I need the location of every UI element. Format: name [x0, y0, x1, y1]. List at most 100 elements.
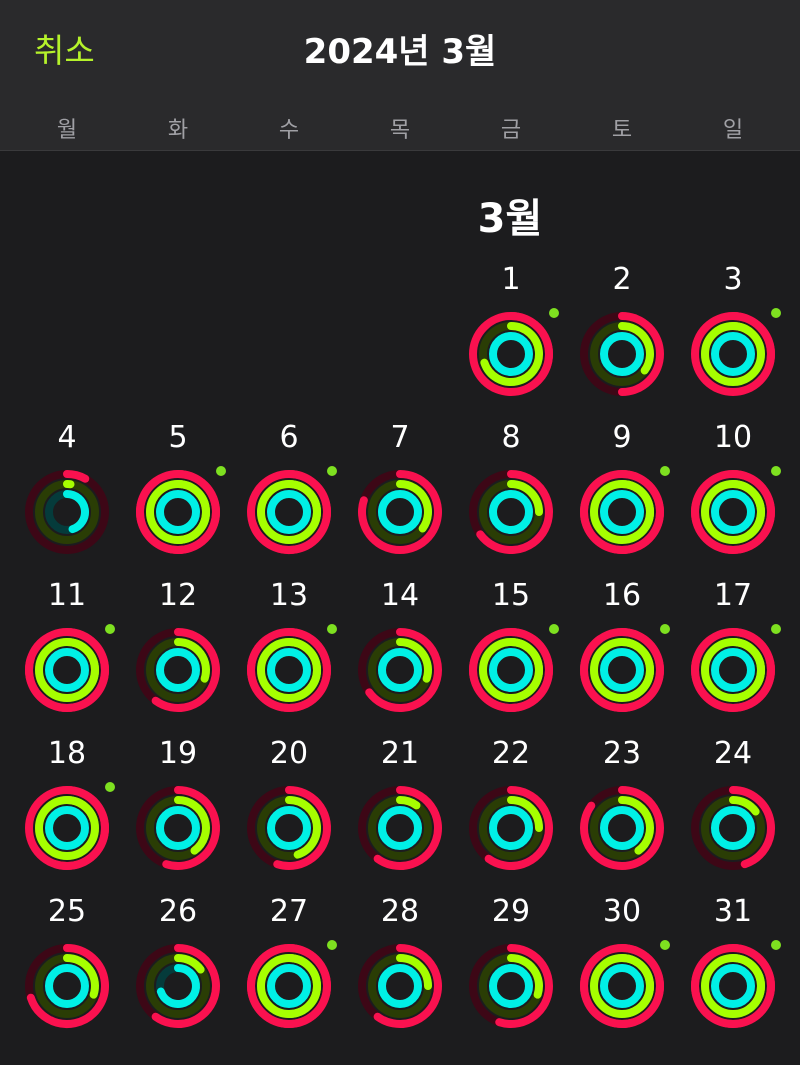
- day-number: 13: [269, 578, 309, 613]
- stand-ring-full: [378, 964, 422, 1008]
- day-number: 7: [390, 420, 410, 455]
- day-cell-10[interactable]: 10: [683, 420, 783, 570]
- weekday-wednesday: 수: [278, 118, 300, 143]
- day-cell-2[interactable]: 2: [572, 262, 672, 412]
- day-cell-4[interactable]: 4: [17, 420, 117, 570]
- day-cell-15[interactable]: 15: [461, 578, 561, 728]
- activity-rings-icon: [136, 628, 220, 712]
- day-number: 14: [380, 578, 420, 613]
- day-cell-8[interactable]: 8: [461, 420, 561, 570]
- day-cell-31[interactable]: 31: [683, 894, 783, 1044]
- stand-ring-full: [711, 332, 755, 376]
- navigation-header: 취소 2024년 3월 월 화 수 목 금 토 일: [0, 0, 800, 151]
- day-number: 30: [602, 894, 642, 929]
- day-number: 9: [612, 420, 632, 455]
- weekday-monday: 월: [56, 118, 78, 143]
- stand-ring-full: [378, 806, 422, 850]
- activity-rings-icon: [691, 470, 775, 554]
- day-cell-22[interactable]: 22: [461, 736, 561, 886]
- goal-achieved-dot-icon: [771, 940, 781, 950]
- activity-rings-icon: [136, 944, 220, 1028]
- goal-achieved-dot-icon: [660, 940, 670, 950]
- day-cell-12[interactable]: 12: [128, 578, 228, 728]
- day-number: 18: [47, 736, 87, 771]
- goal-achieved-dot-icon: [327, 940, 337, 950]
- day-number: 12: [158, 578, 198, 613]
- day-cell-28[interactable]: 28: [350, 894, 450, 1044]
- stand-ring-full: [156, 648, 200, 692]
- activity-rings-icon: [247, 628, 331, 712]
- day-number: 16: [602, 578, 642, 613]
- stand-ring-full: [267, 648, 311, 692]
- goal-achieved-dot-icon: [771, 466, 781, 476]
- goal-achieved-dot-icon: [771, 308, 781, 318]
- activity-rings-icon: [25, 470, 109, 554]
- day-cell-24[interactable]: 24: [683, 736, 783, 886]
- weekday-saturday: 토: [611, 118, 633, 143]
- day-cell-27[interactable]: 27: [239, 894, 339, 1044]
- day-cell-18[interactable]: 18: [17, 736, 117, 886]
- day-cell-16[interactable]: 16: [572, 578, 672, 728]
- day-cell-20[interactable]: 20: [239, 736, 339, 886]
- stand-ring-full: [600, 806, 644, 850]
- day-cell-7[interactable]: 7: [350, 420, 450, 570]
- day-number: 28: [380, 894, 420, 929]
- stand-ring-full: [267, 806, 311, 850]
- day-number: 23: [602, 736, 642, 771]
- goal-achieved-dot-icon: [771, 624, 781, 634]
- day-cell-6[interactable]: 6: [239, 420, 339, 570]
- activity-rings-icon: [25, 786, 109, 870]
- stand-ring-full: [489, 806, 533, 850]
- day-cell-26[interactable]: 26: [128, 894, 228, 1044]
- day-cell-21[interactable]: 21: [350, 736, 450, 886]
- stand-ring-full: [267, 490, 311, 534]
- stand-ring-full: [378, 490, 422, 534]
- day-cell-19[interactable]: 19: [128, 736, 228, 886]
- goal-achieved-dot-icon: [549, 308, 559, 318]
- activity-rings-icon: [580, 786, 664, 870]
- goal-achieved-dot-icon: [660, 466, 670, 476]
- exercise-ring-progress: [396, 796, 421, 810]
- day-cell-5[interactable]: 5: [128, 420, 228, 570]
- goal-achieved-dot-icon: [327, 624, 337, 634]
- day-cell-30[interactable]: 30: [572, 894, 672, 1044]
- day-cell-25[interactable]: 25: [17, 894, 117, 1044]
- activity-rings-icon: [469, 944, 553, 1028]
- goal-achieved-dot-icon: [327, 466, 337, 476]
- weekday-tuesday: 화: [167, 118, 189, 143]
- activity-rings-icon: [358, 470, 442, 554]
- stand-ring-full: [45, 964, 89, 1008]
- day-cell-11[interactable]: 11: [17, 578, 117, 728]
- activity-rings-icon: [247, 470, 331, 554]
- page-title: 2024년 3월: [303, 32, 497, 72]
- activity-rings-icon: [469, 312, 553, 396]
- stand-ring-progress: [63, 490, 89, 534]
- day-number: 17: [713, 578, 753, 613]
- day-number: 29: [491, 894, 531, 929]
- day-cell-14[interactable]: 14: [350, 578, 450, 728]
- day-cell-23[interactable]: 23: [572, 736, 672, 886]
- day-cell-29[interactable]: 29: [461, 894, 561, 1044]
- stand-ring-full: [489, 332, 533, 376]
- day-number: 11: [47, 578, 87, 613]
- day-cell-1[interactable]: 1: [461, 262, 561, 412]
- goal-achieved-dot-icon: [216, 466, 226, 476]
- day-cell-13[interactable]: 13: [239, 578, 339, 728]
- activity-rings-icon: [136, 470, 220, 554]
- goal-achieved-dot-icon: [105, 782, 115, 792]
- day-cell-17[interactable]: 17: [683, 578, 783, 728]
- day-number: 8: [501, 420, 521, 455]
- weekday-sunday: 일: [722, 118, 744, 143]
- weekday-thursday: 목: [389, 118, 411, 143]
- day-number: 25: [47, 894, 87, 929]
- activity-rings-icon: [580, 470, 664, 554]
- activity-rings-icon: [469, 470, 553, 554]
- month-label: 3월: [477, 196, 543, 242]
- day-cell-9[interactable]: 9: [572, 420, 672, 570]
- day-number: 19: [158, 736, 198, 771]
- day-cell-3[interactable]: 3: [683, 262, 783, 412]
- activity-rings-icon: [136, 786, 220, 870]
- activity-rings-icon: [580, 628, 664, 712]
- day-number: 21: [380, 736, 420, 771]
- stand-ring-full: [711, 648, 755, 692]
